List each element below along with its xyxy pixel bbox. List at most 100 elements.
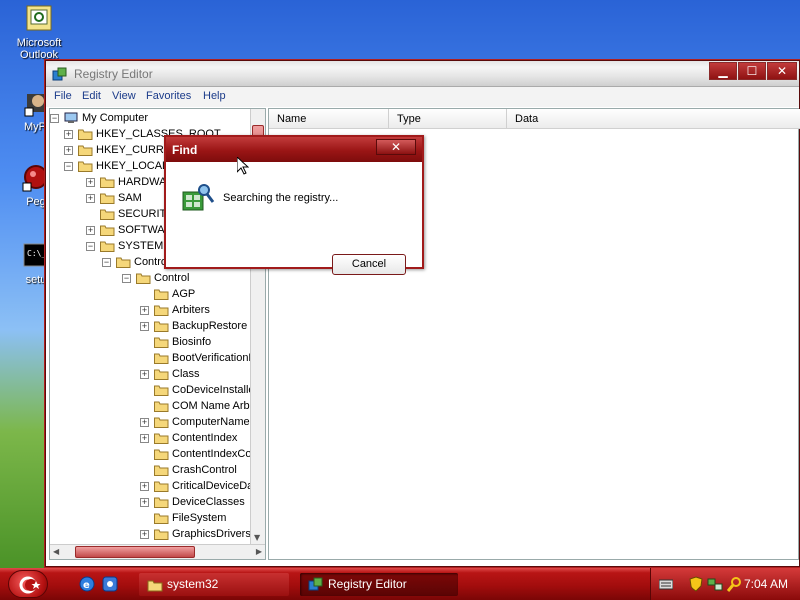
network-icon[interactable] (707, 576, 723, 592)
expand-icon[interactable]: + (140, 434, 149, 443)
collapse-icon[interactable]: − (102, 258, 111, 267)
tree-node[interactable]: − Control (50, 271, 250, 287)
tree-node[interactable]: +CriticalDeviceDatabase (50, 479, 265, 495)
tree-node[interactable]: FileSystem (50, 511, 250, 527)
folder-icon (154, 400, 169, 412)
tree-node-label: AGP (172, 288, 196, 300)
tree-node[interactable]: + Class (50, 367, 250, 383)
find-dialog-title: Find (172, 143, 198, 157)
minimize-button[interactable]: ▁ (709, 62, 737, 80)
desktop-icon-outlook[interactable]: Microsoft Outlook (9, 4, 69, 61)
security-shield-icon[interactable] (689, 576, 703, 592)
search-icon[interactable] (726, 576, 743, 592)
quicklaunch-media-icon[interactable] (102, 576, 118, 592)
expand-icon[interactable]: + (140, 306, 149, 315)
tree-node[interactable]: + DeviceClasses (50, 495, 250, 511)
tree-node[interactable]: CrashControl (50, 463, 250, 479)
expand-icon[interactable]: + (86, 178, 95, 187)
expand-icon[interactable]: + (140, 322, 149, 331)
folder-icon (154, 528, 169, 540)
tree-node[interactable]: − My Computer (50, 111, 250, 127)
start-button[interactable] (8, 570, 48, 598)
tree-node[interactable]: + GraphicsDrivers (50, 527, 251, 543)
menu-favorites[interactable]: Favorites (146, 90, 191, 102)
folder-icon (154, 432, 169, 444)
tree-node-label: ContentIndex (172, 432, 238, 444)
column-header-name[interactable]: Name (269, 109, 389, 129)
tree-node[interactable]: + BackupRestore (50, 319, 250, 335)
find-dialog-titlebar[interactable]: Find ✕ (166, 137, 422, 162)
svg-text:C:\_: C:\_ (27, 249, 46, 258)
tree-node-label: Biosinfo (172, 336, 212, 348)
tree-node[interactable]: + ContentIndex (50, 431, 250, 447)
folder-icon (154, 368, 169, 380)
folder-icon (154, 416, 169, 428)
cancel-button[interactable]: Cancel (332, 254, 406, 275)
tree-node[interactable]: COM Name Arbiter (50, 399, 265, 415)
tree-node-label: ComputerName (172, 416, 250, 428)
folder-icon (100, 192, 115, 204)
folder-icon (154, 336, 169, 348)
folder-icon (154, 384, 169, 396)
folder-icon (116, 256, 131, 268)
collapse-icon[interactable]: − (50, 114, 59, 123)
taskbar-task-system32[interactable]: system32 (139, 573, 289, 596)
tree-node-label: SAM (118, 192, 142, 204)
folder-icon (154, 288, 169, 300)
outlook-icon (24, 4, 54, 34)
folder-icon (154, 352, 169, 364)
tree-node[interactable]: AGP (50, 287, 250, 303)
maximize-button[interactable]: ☐ (738, 62, 766, 80)
column-header-type[interactable]: Type (389, 109, 507, 129)
tree-node[interactable]: + ComputerName (50, 415, 250, 431)
folder-icon (154, 448, 169, 460)
scroll-thumb[interactable] (75, 546, 195, 558)
collapse-icon[interactable]: − (122, 274, 131, 283)
taskbar-task-label: Registry Editor (328, 577, 407, 591)
expand-icon[interactable]: + (64, 130, 73, 139)
clock[interactable]: 7:04 AM (744, 577, 788, 591)
keyboard-icon[interactable] (658, 578, 674, 590)
collapse-icon[interactable]: − (86, 242, 95, 251)
expand-icon[interactable]: + (140, 498, 149, 507)
scroll-down-arrow-icon[interactable]: ▼ (254, 533, 260, 542)
desktop-icon-label: Microsoft Outlook (16, 37, 62, 61)
tree-node[interactable]: CoDeviceInstallers (50, 383, 264, 399)
svg-text:e: e (83, 580, 90, 591)
menu-help[interactable]: Help (203, 90, 226, 102)
find-dialog-close-button[interactable]: ✕ (376, 139, 416, 155)
menu-file[interactable]: File (54, 90, 72, 102)
taskbar-task-registry-editor[interactable]: Registry Editor (300, 573, 458, 596)
expand-icon[interactable]: + (86, 226, 95, 235)
tree-node[interactable]: ContentIndexCommon (50, 447, 265, 463)
expand-icon[interactable]: + (86, 194, 95, 203)
expand-icon[interactable]: + (140, 418, 149, 427)
close-button[interactable]: ✕ (767, 62, 797, 80)
expand-icon[interactable]: + (140, 370, 149, 379)
taskbar-task-label: system32 (167, 577, 219, 591)
expand-icon[interactable]: + (140, 482, 149, 491)
mouse-cursor-icon (236, 155, 250, 175)
tree-node[interactable]: BootVerificationProgram (50, 351, 265, 367)
scroll-right-arrow-icon[interactable]: ▶ (256, 547, 262, 556)
tree-node[interactable]: Biosinfo (50, 335, 250, 351)
folder-icon (154, 320, 169, 332)
menu-view[interactable]: View (112, 90, 136, 102)
title-bar[interactable]: Registry Editor ▁ ☐ ✕ (46, 61, 799, 87)
search-registry-icon (181, 180, 215, 214)
collapse-icon[interactable]: − (64, 162, 73, 171)
column-header-data[interactable]: Data (507, 109, 800, 129)
folder-icon (147, 577, 163, 592)
tree-node-label: SYSTEM (118, 240, 164, 252)
registry-editor-icon (52, 67, 68, 83)
tree-node-label: CrashControl (172, 464, 237, 476)
expand-icon[interactable]: + (140, 530, 149, 539)
folder-icon (154, 496, 169, 508)
quicklaunch-ie-icon[interactable]: e (79, 576, 95, 592)
expand-icon[interactable]: + (64, 146, 73, 155)
tree-horizontal-scrollbar[interactable]: ◀ ▶ (50, 544, 265, 559)
tree-node-label: Class (172, 368, 200, 380)
menu-edit[interactable]: Edit (82, 90, 101, 102)
tree-node[interactable]: + Arbiters (50, 303, 250, 319)
scroll-left-arrow-icon[interactable]: ◀ (53, 547, 59, 556)
